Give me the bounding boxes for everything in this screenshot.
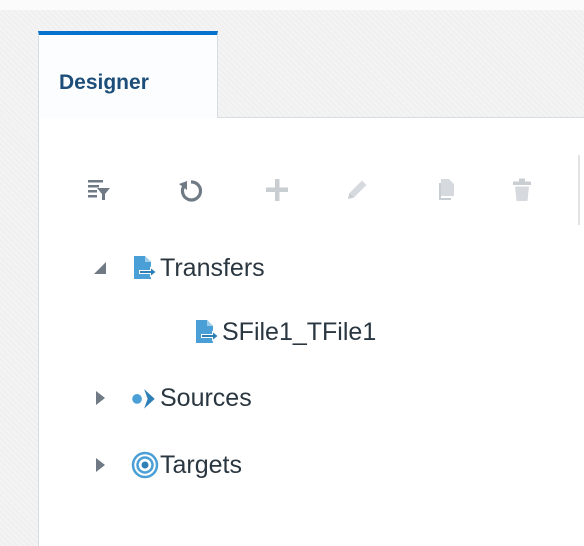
collapse-triangle-icon[interactable] (92, 260, 108, 276)
transfer-icon (130, 251, 160, 285)
plus-icon (266, 179, 288, 201)
tree-node-label: Sources (160, 383, 252, 412)
refresh-icon (179, 180, 203, 202)
tab-designer[interactable]: Designer (38, 31, 218, 118)
expand-triangle-icon[interactable] (92, 390, 108, 406)
tree-node-transfers[interactable]: Transfers (92, 251, 265, 285)
tab-designer-label: Designer (59, 71, 149, 94)
tree-node-targets[interactable]: Targets (92, 448, 242, 482)
refresh-button[interactable] (172, 172, 206, 208)
copy-button[interactable] (430, 172, 464, 208)
trash-icon (513, 178, 531, 201)
transfer-icon (192, 315, 222, 349)
copy-icon (439, 179, 454, 200)
filter-list-icon (88, 180, 110, 200)
edit-button[interactable] (340, 172, 374, 208)
expand-triangle-icon[interactable] (92, 457, 108, 473)
tree-node-sfile1-tfile1[interactable]: SFile1_TFile1 (192, 315, 376, 349)
delete-button[interactable] (505, 172, 539, 208)
tree-node-sources[interactable]: Sources (92, 381, 252, 415)
tree-node-label: SFile1_TFile1 (222, 317, 377, 346)
tree-node-label: Transfers (160, 253, 265, 282)
tree-node-label: Targets (160, 450, 242, 479)
add-button[interactable] (260, 172, 294, 208)
toolbar-separator (578, 155, 580, 225)
pencil-icon (348, 180, 367, 199)
target-icon (130, 448, 160, 482)
filter-button[interactable] (82, 172, 116, 208)
source-icon (130, 381, 160, 415)
window-top-edge (0, 0, 584, 10)
